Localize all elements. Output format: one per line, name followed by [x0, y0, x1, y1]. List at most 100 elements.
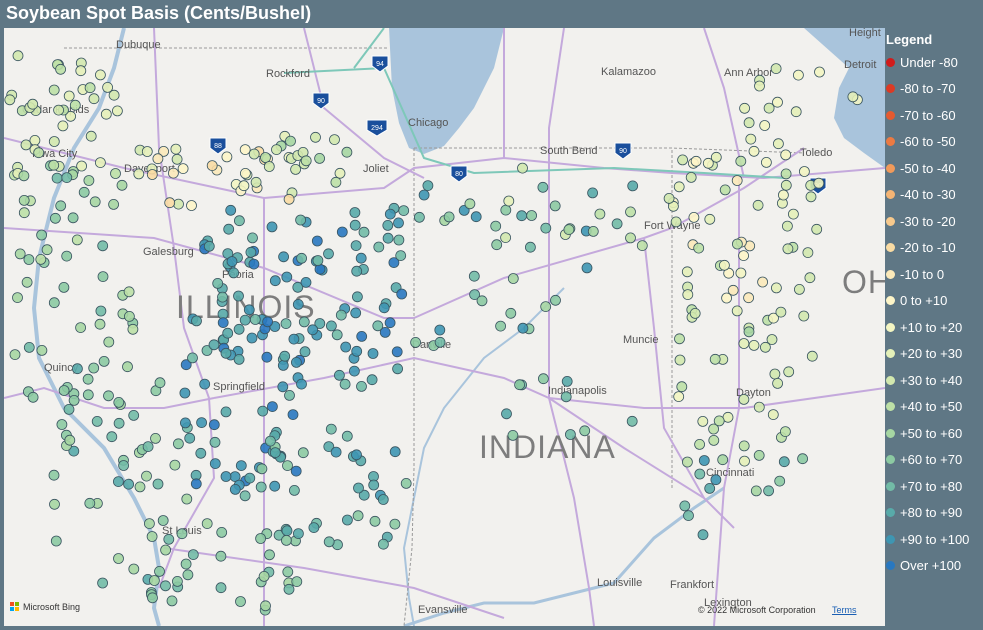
basis-point[interactable] [18, 194, 30, 206]
basis-point[interactable] [813, 177, 825, 189]
basis-point[interactable] [339, 378, 351, 390]
basis-point[interactable] [48, 469, 60, 481]
basis-point[interactable] [108, 198, 119, 210]
basis-point[interactable] [146, 169, 158, 180]
basis-point[interactable] [358, 226, 370, 238]
basis-point[interactable] [225, 204, 237, 216]
basis-point[interactable] [269, 447, 281, 459]
basis-point[interactable] [341, 514, 353, 526]
basis-point[interactable] [372, 320, 384, 332]
basis-point[interactable] [677, 154, 688, 166]
basis-point[interactable] [717, 454, 729, 466]
basis-point[interactable] [48, 136, 60, 147]
basis-point[interactable] [95, 69, 106, 81]
basis-point[interactable] [97, 577, 108, 589]
basis-point[interactable] [89, 196, 101, 208]
basis-point[interactable] [802, 247, 814, 259]
basis-point[interactable] [244, 472, 256, 484]
basis-point[interactable] [683, 510, 694, 522]
basis-point[interactable] [113, 417, 125, 429]
terms-link[interactable]: Terms [832, 605, 857, 615]
basis-point[interactable] [738, 393, 750, 405]
basis-point[interactable] [307, 324, 319, 336]
basis-point[interactable] [176, 528, 188, 540]
basis-point[interactable] [141, 146, 153, 157]
basis-point[interactable] [61, 172, 73, 184]
basis-point[interactable] [98, 355, 110, 367]
basis-point[interactable] [264, 435, 276, 447]
basis-point[interactable] [783, 366, 795, 378]
basis-point[interactable] [284, 389, 295, 401]
basis-point[interactable] [209, 436, 221, 448]
basis-point[interactable] [682, 289, 694, 301]
basis-point[interactable] [179, 387, 191, 399]
basis-point[interactable] [434, 324, 446, 336]
basis-point[interactable] [82, 389, 94, 401]
basis-point[interactable] [266, 401, 278, 413]
basis-point[interactable] [625, 206, 636, 218]
basis-point[interactable] [351, 345, 363, 357]
basis-point[interactable] [29, 135, 41, 146]
basis-point[interactable] [694, 468, 706, 480]
basis-point[interactable] [190, 478, 202, 490]
basis-point[interactable] [180, 558, 192, 570]
basis-point[interactable] [71, 234, 83, 246]
basis-point[interactable] [350, 307, 362, 319]
basis-point[interactable] [770, 63, 782, 74]
basis-point[interactable] [750, 485, 762, 497]
basis-point[interactable] [355, 252, 367, 264]
basis-point[interactable] [811, 223, 823, 235]
basis-point[interactable] [186, 200, 197, 211]
basis-point[interactable] [260, 600, 271, 612]
basis-point[interactable] [103, 390, 114, 402]
basis-point[interactable] [731, 175, 743, 186]
basis-point[interactable] [245, 246, 257, 258]
basis-point[interactable] [782, 243, 794, 255]
basis-point[interactable] [160, 580, 171, 592]
basis-point[interactable] [753, 401, 765, 413]
basis-point[interactable] [271, 144, 282, 155]
basis-point[interactable] [759, 120, 771, 131]
basis-point[interactable] [279, 350, 291, 362]
basis-point[interactable] [143, 518, 155, 530]
basis-point[interactable] [269, 480, 281, 492]
basis-point[interactable] [690, 155, 702, 167]
basis-point[interactable] [563, 224, 575, 236]
basis-point[interactable] [187, 352, 198, 364]
basis-point[interactable] [778, 456, 790, 468]
basis-point[interactable] [351, 265, 363, 277]
basis-point[interactable] [84, 82, 96, 94]
basis-point[interactable] [549, 200, 561, 212]
basis-point[interactable] [27, 391, 39, 403]
basis-point[interactable] [83, 175, 95, 186]
basis-point[interactable] [366, 374, 378, 386]
basis-point[interactable] [262, 316, 274, 328]
basis-point[interactable] [771, 282, 782, 294]
basis-point[interactable] [565, 429, 576, 440]
basis-point[interactable] [748, 145, 760, 157]
basis-point[interactable] [312, 255, 324, 266]
basis-point[interactable] [721, 292, 732, 304]
basis-point[interactable] [505, 307, 517, 319]
basis-point[interactable] [157, 515, 169, 526]
basis-point[interactable] [389, 446, 401, 458]
basis-point[interactable] [780, 179, 792, 191]
basis-point[interactable] [561, 375, 573, 387]
basis-point[interactable] [330, 176, 342, 188]
basis-point[interactable] [239, 144, 251, 155]
basis-point[interactable] [676, 381, 688, 393]
basis-point[interactable] [780, 149, 792, 161]
basis-point[interactable] [754, 80, 765, 92]
basis-point[interactable] [257, 405, 269, 417]
basis-point[interactable] [124, 310, 135, 322]
basis-point[interactable] [260, 152, 271, 163]
basis-point[interactable] [247, 232, 258, 244]
basis-point[interactable] [799, 166, 810, 177]
basis-point[interactable] [731, 305, 743, 317]
basis-point[interactable] [709, 353, 721, 365]
basis-point[interactable] [761, 156, 772, 168]
basis-point[interactable] [55, 200, 67, 212]
basis-point[interactable] [233, 215, 245, 227]
basis-point[interactable] [329, 134, 340, 145]
basis-point[interactable] [763, 102, 775, 114]
